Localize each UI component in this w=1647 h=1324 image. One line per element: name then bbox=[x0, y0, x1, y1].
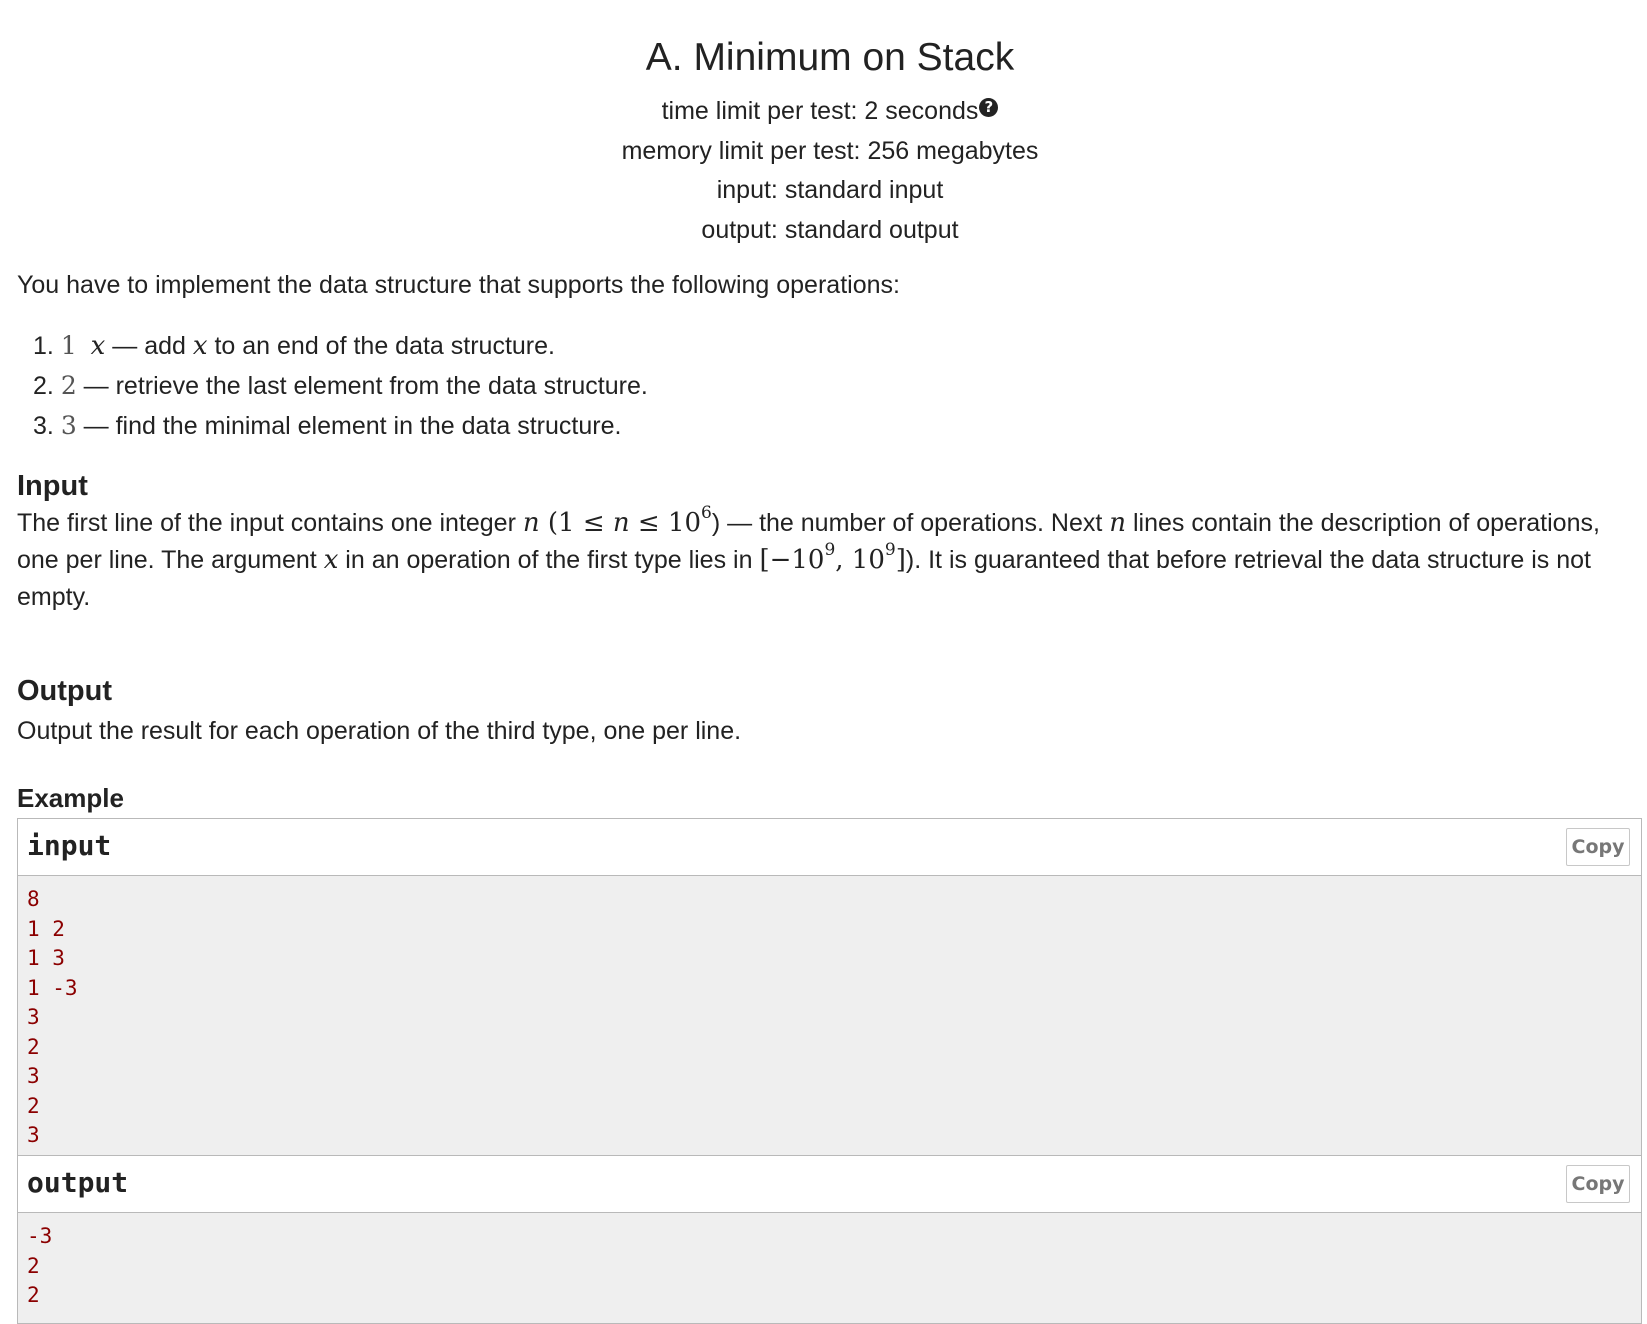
problem-statement: A. Minimum on Stack time limit per test:… bbox=[17, 0, 1643, 1324]
list-item: 3. 3 — find the minimal element in the d… bbox=[33, 411, 622, 440]
op-code: 3 bbox=[60, 411, 77, 440]
output-section-title: Output bbox=[17, 675, 113, 707]
sample-input-header: input Copy bbox=[18, 819, 1641, 876]
sample-input-label: input bbox=[27, 829, 112, 862]
input-section-text: The first line of the input contains one… bbox=[17, 503, 1600, 612]
sample-input-body[interactable]: 8 1 2 1 3 1 -3 3 2 3 2 3 bbox=[18, 876, 1641, 1165]
sample-input-text[interactable]: 8 1 2 1 3 1 -3 3 2 3 2 3 bbox=[27, 885, 1641, 1151]
problem-header: A. Minimum on Stack time limit per test:… bbox=[17, 0, 1643, 250]
op-code: 1 bbox=[60, 331, 77, 360]
statement-intro: You have to implement the data structure… bbox=[17, 271, 900, 299]
sample-output: output Copy -3 2 2 bbox=[17, 1155, 1642, 1324]
list-item: 2. 2 — retrieve the last element from th… bbox=[33, 371, 648, 400]
time-limit: time limit per test: 2 seconds? bbox=[17, 92, 1643, 132]
sample-input: input Copy 8 1 2 1 3 1 -3 3 2 3 2 3 bbox=[17, 818, 1642, 1166]
sample-output-text[interactable]: -3 2 2 bbox=[27, 1222, 1641, 1311]
sample-output-header: output Copy bbox=[18, 1156, 1641, 1213]
output-section-text: Output the result for each operation of … bbox=[17, 717, 742, 745]
example-title: Example bbox=[17, 783, 124, 813]
list-item: 1. 1 x — add x to an end of the data str… bbox=[33, 331, 555, 361]
sample-output-label: output bbox=[27, 1166, 129, 1199]
sample-output-body[interactable]: -3 2 2 bbox=[18, 1213, 1641, 1323]
input-section-title: Input bbox=[17, 470, 88, 502]
op-code: 2 bbox=[60, 371, 77, 400]
memory-limit: memory limit per test: 256 megabytes bbox=[621, 136, 1039, 165]
copy-output-button[interactable]: Copy bbox=[1566, 1165, 1630, 1203]
time-limit-text: time limit per test: 2 seconds bbox=[661, 97, 979, 125]
problem-title: A. Minimum on Stack bbox=[645, 36, 1015, 79]
input-specification: Input The first line of the input contai… bbox=[17, 467, 1643, 616]
input-file: input: standard input bbox=[716, 176, 944, 204]
operations-list: 1. 1 x — add x to an end of the data str… bbox=[17, 326, 648, 446]
output-specification: Output Output the result for each operat… bbox=[17, 672, 1643, 750]
op-arg: x bbox=[90, 331, 106, 361]
copy-input-button[interactable]: Copy bbox=[1566, 828, 1630, 866]
output-file: output: standard output bbox=[701, 215, 959, 244]
help-icon[interactable]: ? bbox=[979, 98, 999, 117]
